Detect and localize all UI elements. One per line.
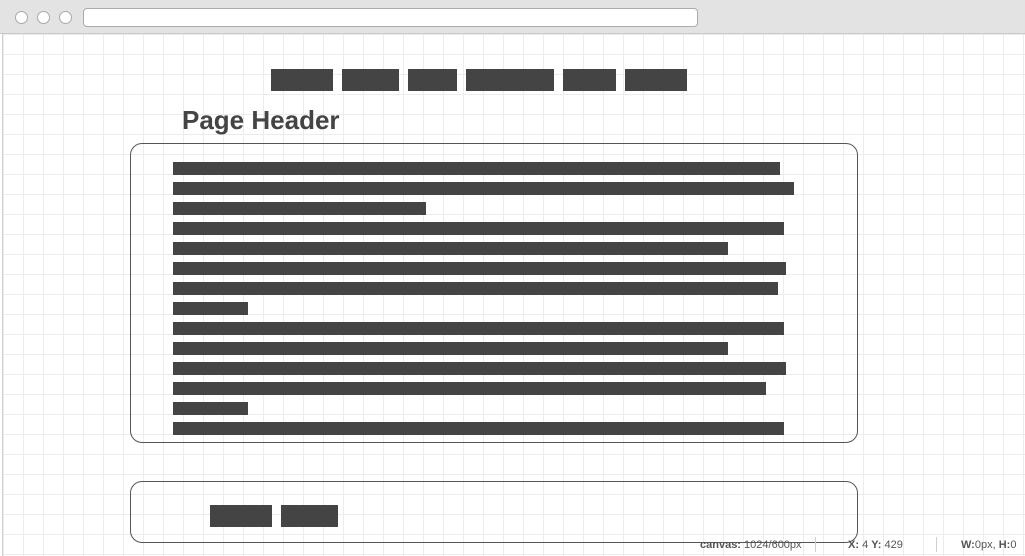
status-separator — [815, 537, 816, 552]
text-placeholder-line — [173, 222, 784, 235]
status-canvas-value: 1024/600px — [744, 539, 802, 551]
status-h-value: 0 — [1010, 539, 1017, 551]
nav-item-1[interactable] — [271, 69, 333, 91]
status-canvas-size: canvas: 1024/600px — [700, 539, 802, 551]
status-separator — [936, 537, 937, 552]
nav-item-4[interactable] — [466, 69, 554, 91]
text-placeholder-line — [173, 382, 766, 395]
status-cursor-position: X: 4 Y: 429 — [848, 539, 903, 551]
window-minimize-icon[interactable] — [37, 11, 50, 24]
text-placeholder-line — [173, 302, 248, 315]
text-placeholder-line — [173, 162, 780, 175]
text-placeholder-line — [173, 362, 786, 375]
text-placeholder-line — [173, 322, 784, 335]
text-placeholder-line — [173, 342, 728, 355]
browser-window: Page Header canvas: 1024/600px X: 4 Y: 4… — [0, 0, 1025, 556]
text-placeholder-line — [173, 262, 786, 275]
text-placeholder-line — [173, 422, 784, 435]
nav-item-3[interactable] — [408, 69, 457, 91]
status-y-value: 429 — [884, 539, 903, 551]
text-placeholder-line — [173, 242, 728, 255]
text-placeholder-line — [173, 402, 248, 415]
text-placeholder-line — [173, 182, 794, 195]
text-placeholder-line — [173, 282, 778, 295]
browser-titlebar — [0, 0, 1025, 34]
status-x-label: X: — [848, 539, 859, 551]
status-y-label: Y: — [871, 539, 882, 551]
text-placeholder-line — [173, 202, 426, 215]
window-maximize-icon[interactable] — [59, 11, 72, 24]
status-selection-size: W:0px, H:0 — [961, 539, 1016, 551]
status-w-value: 0px, — [974, 539, 996, 551]
nav-item-6[interactable] — [625, 69, 687, 91]
footer-button-1[interactable] — [210, 505, 272, 527]
status-x-value: 4 — [862, 539, 869, 551]
nav-item-2[interactable] — [342, 69, 399, 91]
address-bar[interactable] — [83, 8, 698, 27]
status-canvas-label: canvas: — [700, 539, 741, 551]
window-close-icon[interactable] — [15, 11, 28, 24]
nav-item-5[interactable] — [563, 69, 616, 91]
status-w-label: W: — [961, 539, 975, 551]
footer-button-2[interactable] — [281, 505, 338, 527]
page-title: Page Header — [182, 105, 340, 135]
status-h-label: H: — [998, 539, 1011, 551]
